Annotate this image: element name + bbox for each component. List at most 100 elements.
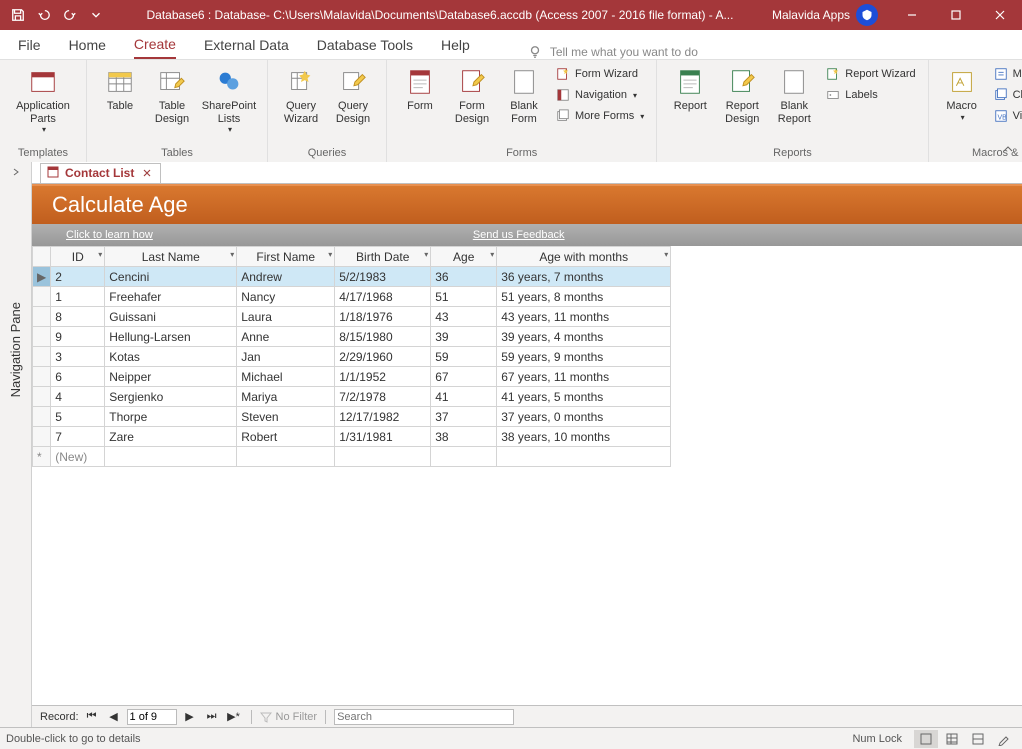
last-record-button[interactable]: ⏭: [203, 709, 221, 725]
search-input[interactable]: [334, 709, 514, 725]
svg-text:VB: VB: [997, 115, 1007, 122]
redo-icon[interactable]: [58, 3, 82, 27]
tab-home[interactable]: Home: [69, 31, 106, 59]
blank-report-icon: [778, 66, 810, 98]
select-all-cell[interactable]: [33, 247, 51, 267]
undo-icon[interactable]: [32, 3, 56, 27]
table-row[interactable]: 4SergienkoMariya7/2/19784141 years, 5 mo…: [33, 387, 671, 407]
labels-button[interactable]: Labels: [821, 85, 919, 105]
group-templates-label: Templates: [18, 147, 68, 162]
next-record-button[interactable]: ▶: [181, 709, 199, 725]
col-first-name[interactable]: First Name▾: [237, 247, 335, 267]
close-button[interactable]: [978, 0, 1022, 30]
form-view-button[interactable]: [914, 730, 938, 748]
navigation-pane-shutter[interactable]: Navigation Pane: [0, 162, 32, 727]
col-id[interactable]: ID▾: [51, 247, 105, 267]
new-record-button[interactable]: ▶*: [225, 709, 243, 725]
table-row[interactable]: 1FreehaferNancy4/17/19685151 years, 8 mo…: [33, 287, 671, 307]
blank-report-button[interactable]: Blank Report: [769, 64, 819, 127]
table-design-button[interactable]: Table Design: [147, 64, 197, 127]
navigation-button[interactable]: Navigation▾: [551, 85, 648, 105]
lightbulb-icon: [528, 45, 542, 59]
table-row[interactable]: 8GuissaniLaura1/18/19764343 years, 11 mo…: [33, 307, 671, 327]
col-birth-date[interactable]: Birth Date▾: [335, 247, 431, 267]
row-selector[interactable]: [33, 367, 51, 387]
col-age[interactable]: Age▾: [431, 247, 497, 267]
new-row[interactable]: *(New): [33, 447, 671, 467]
form-design-button[interactable]: Form Design: [447, 64, 497, 127]
col-last-name[interactable]: Last Name▾: [105, 247, 237, 267]
form-design-icon: [456, 66, 488, 98]
tab-help[interactable]: Help: [441, 31, 470, 59]
tab-external-data[interactable]: External Data: [204, 31, 289, 59]
save-icon[interactable]: [6, 3, 30, 27]
row-selector[interactable]: [33, 347, 51, 367]
table-button[interactable]: Table: [95, 64, 145, 115]
form-icon: [404, 66, 436, 98]
vb-icon: VB: [993, 108, 1009, 124]
macro-button[interactable]: Macro▾: [937, 64, 987, 124]
tab-create[interactable]: Create: [134, 31, 176, 59]
table-design-icon: [156, 66, 188, 98]
report-wizard-icon: [825, 66, 841, 82]
table-row[interactable]: 5ThorpeSteven12/17/19823737 years, 0 mon…: [33, 407, 671, 427]
qa-customize-icon[interactable]: [84, 3, 108, 27]
row-selector[interactable]: ▶: [33, 267, 51, 287]
layout-view-button[interactable]: [966, 730, 990, 748]
report-wizard-button[interactable]: Report Wizard: [821, 64, 919, 84]
shutter-toggle-icon[interactable]: [0, 162, 31, 182]
maximize-button[interactable]: [934, 0, 978, 30]
datasheet[interactable]: ID▾ Last Name▾ First Name▾ Birth Date▾ A…: [32, 246, 671, 467]
report-button[interactable]: Report: [665, 64, 715, 115]
module-button[interactable]: Module: [989, 64, 1022, 84]
form-tab-icon: [47, 166, 59, 181]
numlock-label: Num Lock: [852, 733, 902, 745]
row-selector[interactable]: [33, 427, 51, 447]
tab-database-tools[interactable]: Database Tools: [317, 31, 413, 59]
record-position-input[interactable]: [127, 709, 177, 725]
table-row[interactable]: ▶2CenciniAndrew5/2/19833636 years, 7 mon…: [33, 267, 671, 287]
table-row[interactable]: 3KotasJan2/29/19605959 years, 9 months: [33, 347, 671, 367]
row-selector[interactable]: [33, 407, 51, 427]
brand-badge-icon: [856, 4, 878, 26]
row-selector[interactable]: [33, 307, 51, 327]
design-view-button[interactable]: [992, 730, 1016, 748]
prev-record-button[interactable]: ◀: [105, 709, 123, 725]
report-design-button[interactable]: Report Design: [717, 64, 767, 127]
visual-basic-button[interactable]: VBVisual Basic: [989, 106, 1022, 126]
table-row[interactable]: 6NeipperMichael1/1/19526767 years, 11 mo…: [33, 367, 671, 387]
form-wizard-button[interactable]: Form Wizard: [551, 64, 648, 84]
feedback-link[interactable]: Send us Feedback: [473, 229, 565, 241]
blank-form-button[interactable]: Blank Form: [499, 64, 549, 127]
group-tables-label: Tables: [161, 147, 193, 162]
row-selector[interactable]: [33, 327, 51, 347]
status-bar: Double-click to go to details Num Lock: [0, 727, 1022, 749]
collapse-ribbon-icon[interactable]: [1002, 143, 1014, 158]
class-module-button[interactable]: Class Module: [989, 85, 1022, 105]
table-row[interactable]: 9Hellung-LarsenAnne8/15/19803939 years, …: [33, 327, 671, 347]
labels-icon: [825, 87, 841, 103]
no-filter-label: No Filter: [260, 711, 318, 723]
row-selector[interactable]: [33, 287, 51, 307]
query-wizard-button[interactable]: Query Wizard: [276, 64, 326, 127]
row-selector[interactable]: [33, 387, 51, 407]
learn-how-link[interactable]: Click to learn how: [66, 229, 153, 241]
close-tab-button[interactable]: [140, 166, 154, 180]
datasheet-view-button[interactable]: [940, 730, 964, 748]
document-tab-contact-list[interactable]: Contact List: [40, 163, 161, 183]
table-row[interactable]: 7ZareRobert1/31/19813838 years, 10 month…: [33, 427, 671, 447]
module-icon: [993, 66, 1009, 82]
tab-file[interactable]: File: [18, 31, 41, 59]
col-age-months[interactable]: Age with months▾: [497, 247, 671, 267]
minimize-button[interactable]: [890, 0, 934, 30]
more-forms-button[interactable]: More Forms▾: [551, 106, 648, 126]
ribbon: Application Parts▾ Templates Table Table…: [0, 60, 1022, 162]
sharepoint-lists-button[interactable]: SharePoint Lists▾: [199, 64, 259, 136]
application-parts-button[interactable]: Application Parts▾: [8, 64, 78, 136]
form-button[interactable]: Form: [395, 64, 445, 115]
query-design-button[interactable]: Query Design: [328, 64, 378, 127]
form-subheader: Click to learn how Send us Feedback: [32, 224, 1022, 246]
tell-me-search[interactable]: Tell me what you want to do: [528, 45, 698, 59]
first-record-button[interactable]: ⏮: [83, 709, 101, 725]
group-queries-label: Queries: [308, 147, 347, 162]
